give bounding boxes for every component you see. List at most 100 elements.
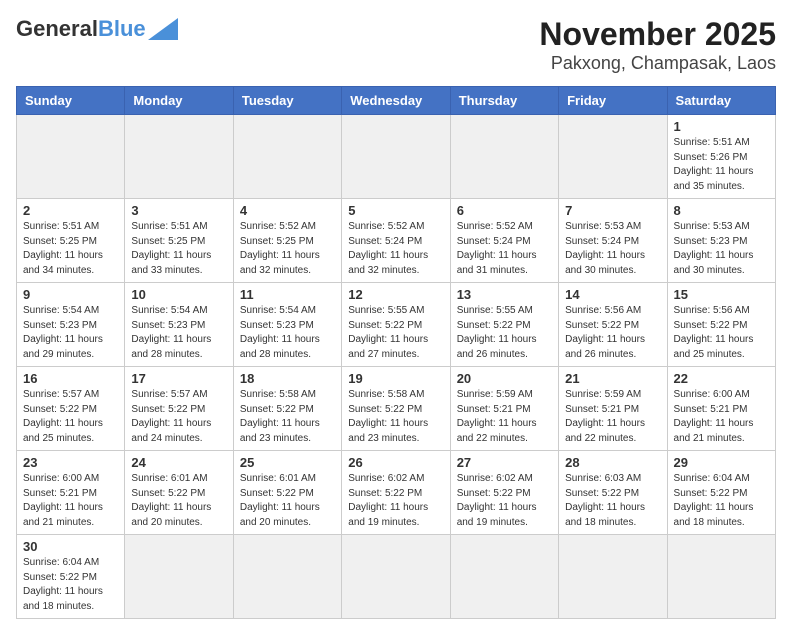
day-info: Sunrise: 5:55 AMSunset: 5:22 PMDaylight:… xyxy=(348,304,443,362)
day-number: 28 xyxy=(565,455,660,470)
day-number: 6 xyxy=(457,203,552,218)
table-row: 25Sunrise: 6:01 AMSunset: 5:22 PMDayligh… xyxy=(233,451,341,535)
table-row: 18 Sunrise: 5:58 AMSunset: 5:22 PMDayligh… xyxy=(233,367,341,451)
table-row xyxy=(125,535,233,619)
table-row: 29Sunrise: 6:04 AMSunset: 5:22 PMDayligh… xyxy=(667,451,775,535)
day-number: 21 xyxy=(565,371,660,386)
day-number: 24 xyxy=(131,455,226,470)
day-number: 1 xyxy=(674,119,769,134)
table-row: 28 Sunrise: 6:03 AMSunset: 5:22 PMDayligh… xyxy=(559,451,667,535)
day-number: 12 xyxy=(348,287,443,302)
day-info: Sunrise: 5:55 AMSunset: 5:22 PMDaylight:… xyxy=(457,304,552,362)
day-info: Sunrise: 5:52 AMSunset: 5:25 PMDaylight:… xyxy=(240,220,335,278)
day-info: Sunrise: 6:01 AMSunset: 5:22 PMDaylight:… xyxy=(131,472,226,530)
col-friday: Friday xyxy=(559,87,667,115)
table-row: 30Sunrise: 6:04 AMSunset: 5:22 PMDayligh… xyxy=(17,535,125,619)
day-number: 22 xyxy=(674,371,769,386)
day-info: Sunrise: 5:58 AMSunset: 5:22 PMDaylight:… xyxy=(240,388,335,446)
table-row: 22 Sunrise: 6:00 AMSunset: 5:21 PMDayligh… xyxy=(667,367,775,451)
table-row: 21Sunrise: 5:59 AMSunset: 5:21 PMDayligh… xyxy=(559,367,667,451)
col-wednesday: Wednesday xyxy=(342,87,450,115)
table-row xyxy=(17,115,125,199)
day-info: Sunrise: 5:53 AMSunset: 5:24 PMDaylight:… xyxy=(565,220,660,278)
header: General Blue November 2025 Pakxong, Cham… xyxy=(16,16,776,74)
day-number: 13 xyxy=(457,287,552,302)
day-info: Sunrise: 5:51 AMSunset: 5:26 PMDaylight:… xyxy=(674,136,769,194)
day-number: 11 xyxy=(240,287,335,302)
day-info: Sunrise: 5:58 AMSunset: 5:22 PMDaylight:… xyxy=(348,388,443,446)
day-info: Sunrise: 5:54 AMSunset: 5:23 PMDaylight:… xyxy=(23,304,118,362)
table-row xyxy=(342,115,450,199)
table-row: 19 Sunrise: 5:58 AMSunset: 5:22 PMDayligh… xyxy=(342,367,450,451)
table-row: 1 Sunrise: 5:51 AMSunset: 5:26 PMDaylight… xyxy=(667,115,775,199)
calendar-week-row: 16Sunrise: 5:57 AMSunset: 5:22 PMDayligh… xyxy=(17,367,776,451)
logo-triangle-icon xyxy=(148,18,178,40)
day-info: Sunrise: 5:51 AMSunset: 5:25 PMDaylight:… xyxy=(23,220,118,278)
day-info: Sunrise: 5:51 AMSunset: 5:25 PMDaylight:… xyxy=(131,220,226,278)
day-number: 9 xyxy=(23,287,118,302)
table-row: 6Sunrise: 5:52 AMSunset: 5:24 PMDaylight… xyxy=(450,199,558,283)
day-info: Sunrise: 5:57 AMSunset: 5:22 PMDaylight:… xyxy=(23,388,118,446)
day-number: 15 xyxy=(674,287,769,302)
day-info: Sunrise: 5:59 AMSunset: 5:21 PMDaylight:… xyxy=(457,388,552,446)
day-info: Sunrise: 6:02 AMSunset: 5:22 PMDaylight:… xyxy=(457,472,552,530)
table-row: 24 Sunrise: 6:01 AMSunset: 5:22 PMDayligh… xyxy=(125,451,233,535)
table-row: 3Sunrise: 5:51 AMSunset: 5:25 PMDaylight… xyxy=(125,199,233,283)
table-row xyxy=(125,115,233,199)
day-number: 4 xyxy=(240,203,335,218)
table-row: 9 Sunrise: 5:54 AMSunset: 5:23 PMDaylight… xyxy=(17,283,125,367)
col-sunday: Sunday xyxy=(17,87,125,115)
day-info: Sunrise: 6:04 AMSunset: 5:22 PMDaylight:… xyxy=(23,556,118,614)
day-number: 18 xyxy=(240,371,335,386)
day-number: 14 xyxy=(565,287,660,302)
table-row: 17Sunrise: 5:57 AMSunset: 5:22 PMDayligh… xyxy=(125,367,233,451)
day-number: 29 xyxy=(674,455,769,470)
table-row: 2Sunrise: 5:51 AMSunset: 5:25 PMDaylight… xyxy=(17,199,125,283)
table-row xyxy=(233,115,341,199)
table-row xyxy=(342,535,450,619)
logo: General Blue xyxy=(16,16,178,42)
table-row: 5 Sunrise: 5:52 AMSunset: 5:24 PMDaylight… xyxy=(342,199,450,283)
calendar-week-row: 9 Sunrise: 5:54 AMSunset: 5:23 PMDaylight… xyxy=(17,283,776,367)
table-row: 11 Sunrise: 5:54 AMSunset: 5:23 PMDayligh… xyxy=(233,283,341,367)
page-subtitle: Pakxong, Champasak, Laos xyxy=(539,53,776,74)
table-row: 20 Sunrise: 5:59 AMSunset: 5:21 PMDayligh… xyxy=(450,367,558,451)
table-row xyxy=(450,535,558,619)
page-title: November 2025 xyxy=(539,16,776,53)
calendar-week-row: 23Sunrise: 6:00 AMSunset: 5:21 PMDayligh… xyxy=(17,451,776,535)
day-info: Sunrise: 5:53 AMSunset: 5:23 PMDaylight:… xyxy=(674,220,769,278)
table-row: 4 Sunrise: 5:52 AMSunset: 5:25 PMDaylight… xyxy=(233,199,341,283)
day-info: Sunrise: 5:54 AMSunset: 5:23 PMDaylight:… xyxy=(240,304,335,362)
day-info: Sunrise: 5:54 AMSunset: 5:23 PMDaylight:… xyxy=(131,304,226,362)
table-row: 13 Sunrise: 5:55 AMSunset: 5:22 PMDayligh… xyxy=(450,283,558,367)
col-saturday: Saturday xyxy=(667,87,775,115)
table-row: 10 Sunrise: 5:54 AMSunset: 5:23 PMDayligh… xyxy=(125,283,233,367)
calendar-week-row: 2Sunrise: 5:51 AMSunset: 5:25 PMDaylight… xyxy=(17,199,776,283)
page: General Blue November 2025 Pakxong, Cham… xyxy=(0,0,792,635)
calendar-week-row: 1 Sunrise: 5:51 AMSunset: 5:26 PMDaylight… xyxy=(17,115,776,199)
table-row: 16Sunrise: 5:57 AMSunset: 5:22 PMDayligh… xyxy=(17,367,125,451)
day-number: 5 xyxy=(348,203,443,218)
day-number: 20 xyxy=(457,371,552,386)
table-row xyxy=(233,535,341,619)
col-tuesday: Tuesday xyxy=(233,87,341,115)
logo-blue-text: Blue xyxy=(98,16,146,42)
day-info: Sunrise: 6:00 AMSunset: 5:21 PMDaylight:… xyxy=(674,388,769,446)
day-number: 10 xyxy=(131,287,226,302)
table-row: 23Sunrise: 6:00 AMSunset: 5:21 PMDayligh… xyxy=(17,451,125,535)
table-row xyxy=(667,535,775,619)
calendar-week-row: 30Sunrise: 6:04 AMSunset: 5:22 PMDayligh… xyxy=(17,535,776,619)
table-row: 15Sunrise: 5:56 AMSunset: 5:22 PMDayligh… xyxy=(667,283,775,367)
day-number: 7 xyxy=(565,203,660,218)
day-info: Sunrise: 6:03 AMSunset: 5:22 PMDaylight:… xyxy=(565,472,660,530)
day-info: Sunrise: 5:57 AMSunset: 5:22 PMDaylight:… xyxy=(131,388,226,446)
col-monday: Monday xyxy=(125,87,233,115)
day-info: Sunrise: 5:56 AMSunset: 5:22 PMDaylight:… xyxy=(565,304,660,362)
day-number: 26 xyxy=(348,455,443,470)
table-row xyxy=(559,115,667,199)
day-info: Sunrise: 5:52 AMSunset: 5:24 PMDaylight:… xyxy=(348,220,443,278)
day-number: 19 xyxy=(348,371,443,386)
logo-general-text: General xyxy=(16,16,98,42)
day-number: 8 xyxy=(674,203,769,218)
day-number: 27 xyxy=(457,455,552,470)
